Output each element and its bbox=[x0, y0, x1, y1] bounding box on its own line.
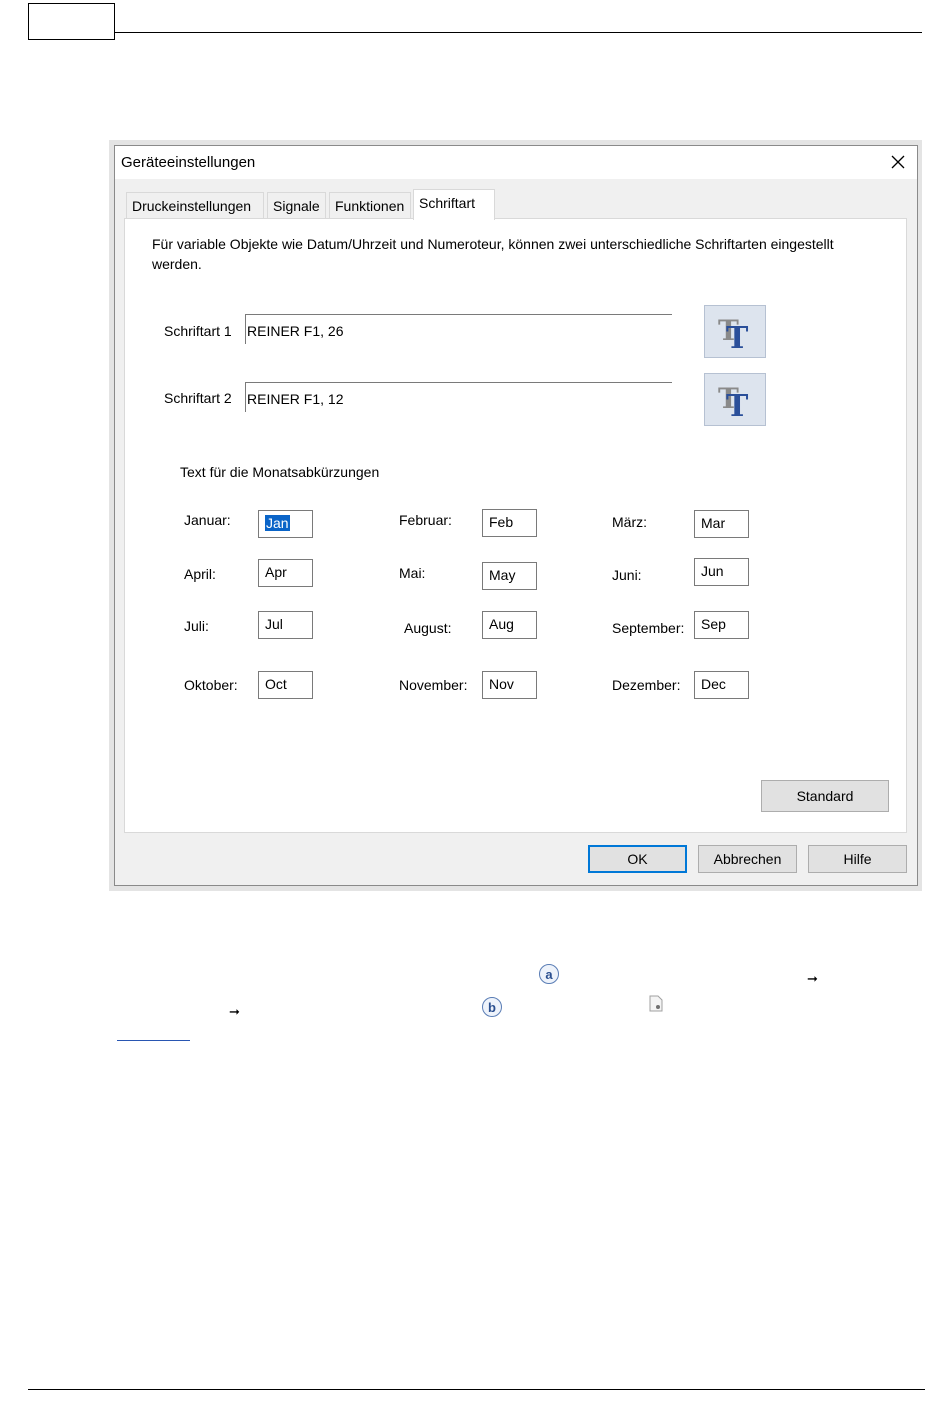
help-button[interactable]: Hilfe bbox=[808, 845, 907, 873]
font-1-field: REINER F1, 26 bbox=[245, 314, 672, 344]
input-november[interactable]: Nov bbox=[482, 671, 537, 699]
label-september: September: bbox=[612, 620, 685, 636]
input-august[interactable]: Aug bbox=[482, 611, 537, 639]
label-maerz: März: bbox=[612, 514, 647, 530]
ok-button[interactable]: OK bbox=[588, 845, 687, 873]
label-oktober: Oktober: bbox=[184, 677, 238, 693]
arrow-right-icon: ➞ bbox=[229, 1004, 240, 1019]
label-juni: Juni: bbox=[612, 567, 642, 583]
marker-b-icon: b bbox=[482, 997, 502, 1017]
input-juni[interactable]: Jun bbox=[694, 558, 749, 586]
standard-button[interactable]: Standard bbox=[761, 780, 889, 812]
close-icon bbox=[891, 155, 905, 169]
font-2-picker-button[interactable]: T T bbox=[704, 373, 766, 426]
tab-schriftart[interactable]: Schriftart bbox=[413, 189, 495, 220]
input-mai[interactable]: May bbox=[482, 562, 537, 590]
svg-text:T: T bbox=[726, 389, 749, 420]
cancel-button[interactable]: Abbrechen bbox=[698, 845, 797, 873]
input-maerz[interactable]: Mar bbox=[694, 510, 749, 538]
label-april: April: bbox=[184, 566, 216, 582]
month-abbreviations-heading: Text für die Monatsabkürzungen bbox=[180, 464, 380, 480]
description-text: Für variable Objekte wie Datum/Uhrzeit u… bbox=[152, 236, 834, 272]
link-underline[interactable] bbox=[117, 1040, 190, 1041]
header-rule bbox=[115, 32, 922, 33]
input-februar[interactable]: Feb bbox=[482, 509, 537, 537]
label-februar: Februar: bbox=[399, 512, 452, 528]
title-bar: Geräteeinstellungen bbox=[115, 146, 917, 179]
marker-a-icon: a bbox=[539, 964, 559, 984]
dialog-title: Geräteeinstellungen bbox=[121, 154, 256, 171]
document-icon bbox=[649, 995, 663, 1012]
font-1-label: Schriftart 1 bbox=[164, 323, 232, 339]
page-number-box bbox=[28, 3, 115, 40]
input-januar[interactable]: Jan bbox=[258, 510, 313, 538]
label-dezember: Dezember: bbox=[612, 677, 681, 693]
close-button[interactable] bbox=[879, 146, 917, 178]
input-juli[interactable]: Jul bbox=[258, 611, 313, 639]
input-januar-value: Jan bbox=[265, 515, 290, 531]
device-settings-dialog: Geräteeinstellungen Druckeinstellungen S… bbox=[114, 145, 918, 886]
font-1-picker-button[interactable]: T T bbox=[704, 305, 766, 358]
tab-funktionen[interactable]: Funktionen bbox=[329, 192, 411, 218]
arrow-right-icon: ➞ bbox=[807, 971, 818, 986]
input-april[interactable]: Apr bbox=[258, 559, 313, 587]
input-september[interactable]: Sep bbox=[694, 611, 749, 639]
label-januar: Januar: bbox=[184, 512, 231, 528]
footer-rule bbox=[28, 1389, 925, 1390]
label-juli: Juli: bbox=[184, 618, 209, 634]
tab-druckeinstellungen[interactable]: Druckeinstellungen bbox=[126, 192, 264, 218]
font-picker-icon: T T bbox=[718, 382, 749, 420]
label-august: August: bbox=[404, 620, 452, 636]
label-mai: Mai: bbox=[399, 565, 426, 581]
font-2-field: REINER F1, 12 bbox=[245, 382, 672, 412]
input-dezember[interactable]: Dec bbox=[694, 671, 749, 699]
label-november: November: bbox=[399, 677, 468, 693]
font-picker-icon: T T bbox=[718, 314, 749, 352]
tab-signale[interactable]: Signale bbox=[267, 192, 326, 218]
font-2-label: Schriftart 2 bbox=[164, 390, 232, 406]
svg-text:T: T bbox=[726, 321, 749, 352]
input-oktober[interactable]: Oct bbox=[258, 671, 313, 699]
